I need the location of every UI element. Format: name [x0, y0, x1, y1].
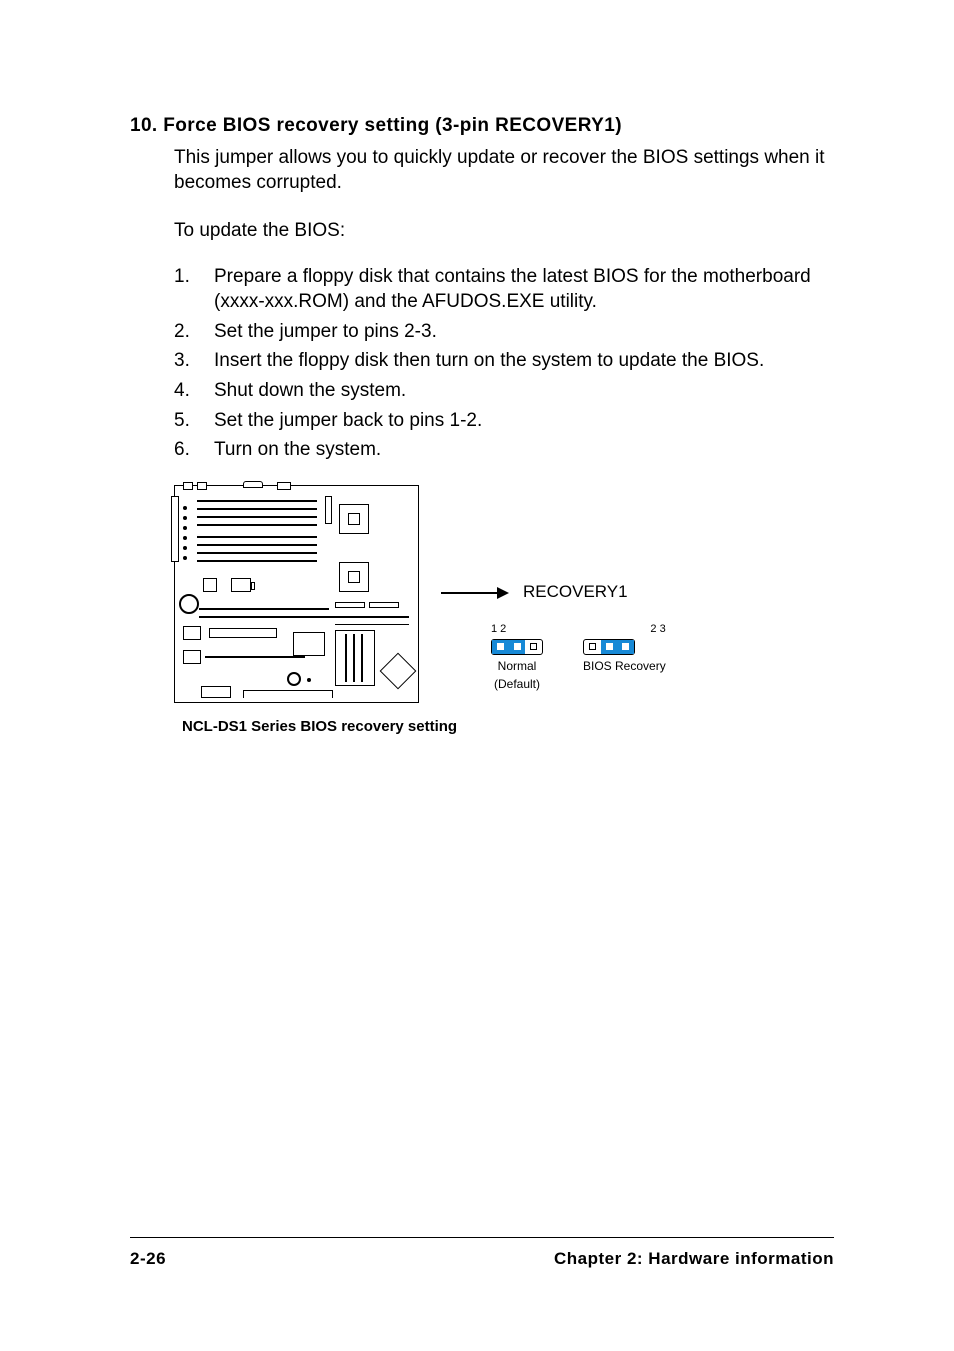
jumper-detail: RECOVERY1 1 2 Normal (Default) 2 3 BIOS …	[441, 485, 666, 692]
step-text: Set the jumper back to pins 1-2.	[214, 408, 834, 434]
step-number: 5.	[174, 408, 214, 434]
step-number: 4.	[174, 378, 214, 404]
list-item: 5.Set the jumper back to pins 1-2.	[174, 408, 834, 434]
step-text: Turn on the system.	[214, 437, 834, 463]
chapter-title: Chapter 2: Hardware information	[554, 1248, 834, 1271]
jumper-pins-icon	[583, 639, 635, 655]
list-item: 6.Turn on the system.	[174, 437, 834, 463]
jumper-normal: 1 2 Normal (Default)	[491, 622, 543, 692]
list-item: 3.Insert the floppy disk then turn on th…	[174, 348, 834, 374]
pin-numbers: 1 2	[491, 622, 506, 637]
page-footer: 2-26 Chapter 2: Hardware information	[130, 1237, 834, 1271]
step-text: Insert the floppy disk then turn on the …	[214, 348, 834, 374]
jumper-pins-icon	[491, 639, 543, 655]
section-subhead: To update the BIOS:	[174, 218, 834, 244]
page-number: 2-26	[130, 1248, 166, 1271]
step-number: 3.	[174, 348, 214, 374]
jumper-location-icon	[179, 594, 199, 614]
list-item: 2.Set the jumper to pins 2-3.	[174, 319, 834, 345]
pin-numbers: 2 3	[650, 622, 665, 637]
diagram: RECOVERY1 1 2 Normal (Default) 2 3 BIOS …	[174, 485, 834, 703]
jumper-recovery: 2 3 BIOS Recovery	[583, 622, 666, 692]
motherboard-illustration	[174, 485, 419, 703]
step-text: Set the jumper to pins 2-3.	[214, 319, 834, 345]
connector-label: RECOVERY1	[523, 581, 628, 604]
jumper-label: Normal	[491, 659, 543, 673]
jumper-label: BIOS Recovery	[583, 659, 666, 673]
jumper-sublabel: (Default)	[491, 677, 543, 691]
list-item: 4.Shut down the system.	[174, 378, 834, 404]
step-number: 6.	[174, 437, 214, 463]
step-text: Shut down the system.	[214, 378, 834, 404]
steps-list: 1.Prepare a floppy disk that contains th…	[174, 264, 834, 463]
diagram-caption: NCL-DS1 Series BIOS recovery setting	[182, 717, 834, 737]
section-heading: 10. Force BIOS recovery setting (3-pin R…	[130, 113, 834, 139]
arrow-icon	[441, 592, 507, 594]
step-number: 1.	[174, 264, 214, 315]
step-number: 2.	[174, 319, 214, 345]
section-intro: This jumper allows you to quickly update…	[174, 145, 834, 196]
step-text: Prepare a floppy disk that contains the …	[214, 264, 834, 315]
list-item: 1.Prepare a floppy disk that contains th…	[174, 264, 834, 315]
